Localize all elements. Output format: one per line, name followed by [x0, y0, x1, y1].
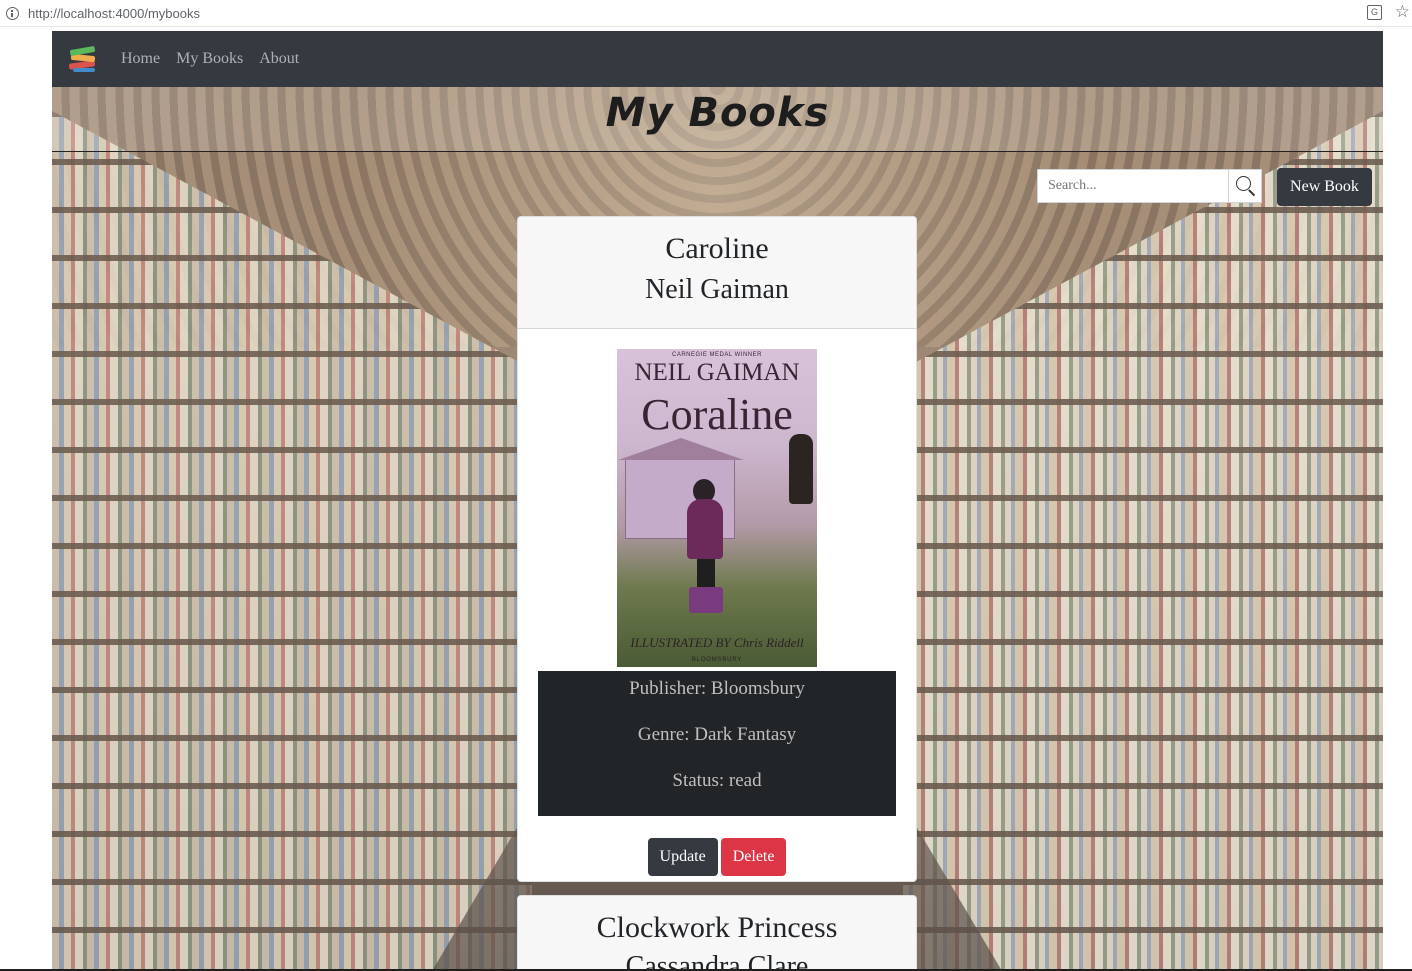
nav-link-about[interactable]: About [259, 50, 299, 68]
book-author: Neil Gaiman [645, 274, 789, 305]
cover-title-text: Coraline [641, 390, 793, 439]
cover-award-text: CARNEGIE MEDAL WINNER [672, 352, 762, 358]
new-book-button[interactable]: New Book [1277, 168, 1372, 206]
magnifier-icon[interactable] [1228, 170, 1261, 202]
book-publisher: Publisher: Bloomsbury [629, 678, 805, 699]
cover-publisher-text: BLOOMSBURY [691, 657, 743, 663]
book-card-header: Caroline Neil Gaiman [518, 217, 916, 329]
translate-icon[interactable]: G [1367, 5, 1382, 20]
books-stack-icon[interactable] [67, 44, 99, 74]
book-cover-image: CARNEGIE MEDAL WINNER NEIL GAIMAN Corali… [617, 349, 817, 667]
cover-author-text: NEIL GAIMAN [634, 359, 800, 386]
book-title: Clockwork Princess [596, 911, 838, 944]
update-button[interactable]: Update [647, 838, 718, 876]
page-title: My Books [605, 90, 830, 136]
book-details-panel: Publisher: Bloomsbury Genre: Dark Fantas… [538, 671, 896, 816]
book-card: Caroline Neil Gaiman CARNEGIE MEDAL WINN… [517, 216, 917, 882]
page-title-bar: My Books [52, 87, 1383, 152]
book-status: Status: read [672, 770, 762, 791]
cover-cat-illustration [789, 434, 813, 504]
book-genre: Genre: Dark Fantasy [637, 724, 797, 745]
app-viewport: Home My Books About My Books New Book Ca… [52, 31, 1383, 971]
book-card-body: CARNEGIE MEDAL WINNER NEIL GAIMAN Corali… [518, 349, 916, 876]
book-title: Caroline [665, 232, 769, 265]
book-actions: Update Delete [518, 816, 916, 876]
nav-link-home[interactable]: Home [121, 50, 160, 68]
info-icon[interactable] [6, 6, 19, 20]
book-author: Cassandra Clare [625, 951, 809, 971]
nav-link-my-books[interactable]: My Books [176, 50, 243, 68]
book-card: Clockwork Princess Cassandra Clare [517, 895, 917, 971]
navbar: Home My Books About [52, 31, 1383, 87]
bookmark-star-icon[interactable]: ☆ [1395, 2, 1410, 22]
book-card-header: Clockwork Princess Cassandra Clare [518, 896, 916, 971]
url-text[interactable]: http://localhost:4000/mybooks [28, 6, 200, 21]
delete-button[interactable]: Delete [720, 838, 787, 876]
browser-address-bar[interactable]: http://localhost:4000/mybooks G ☆ [0, 0, 1412, 27]
cover-illustrator-text: ILLUSTRATED BY Chris Riddell [630, 635, 804, 650]
search-form [1037, 169, 1262, 203]
search-input[interactable] [1038, 170, 1229, 202]
